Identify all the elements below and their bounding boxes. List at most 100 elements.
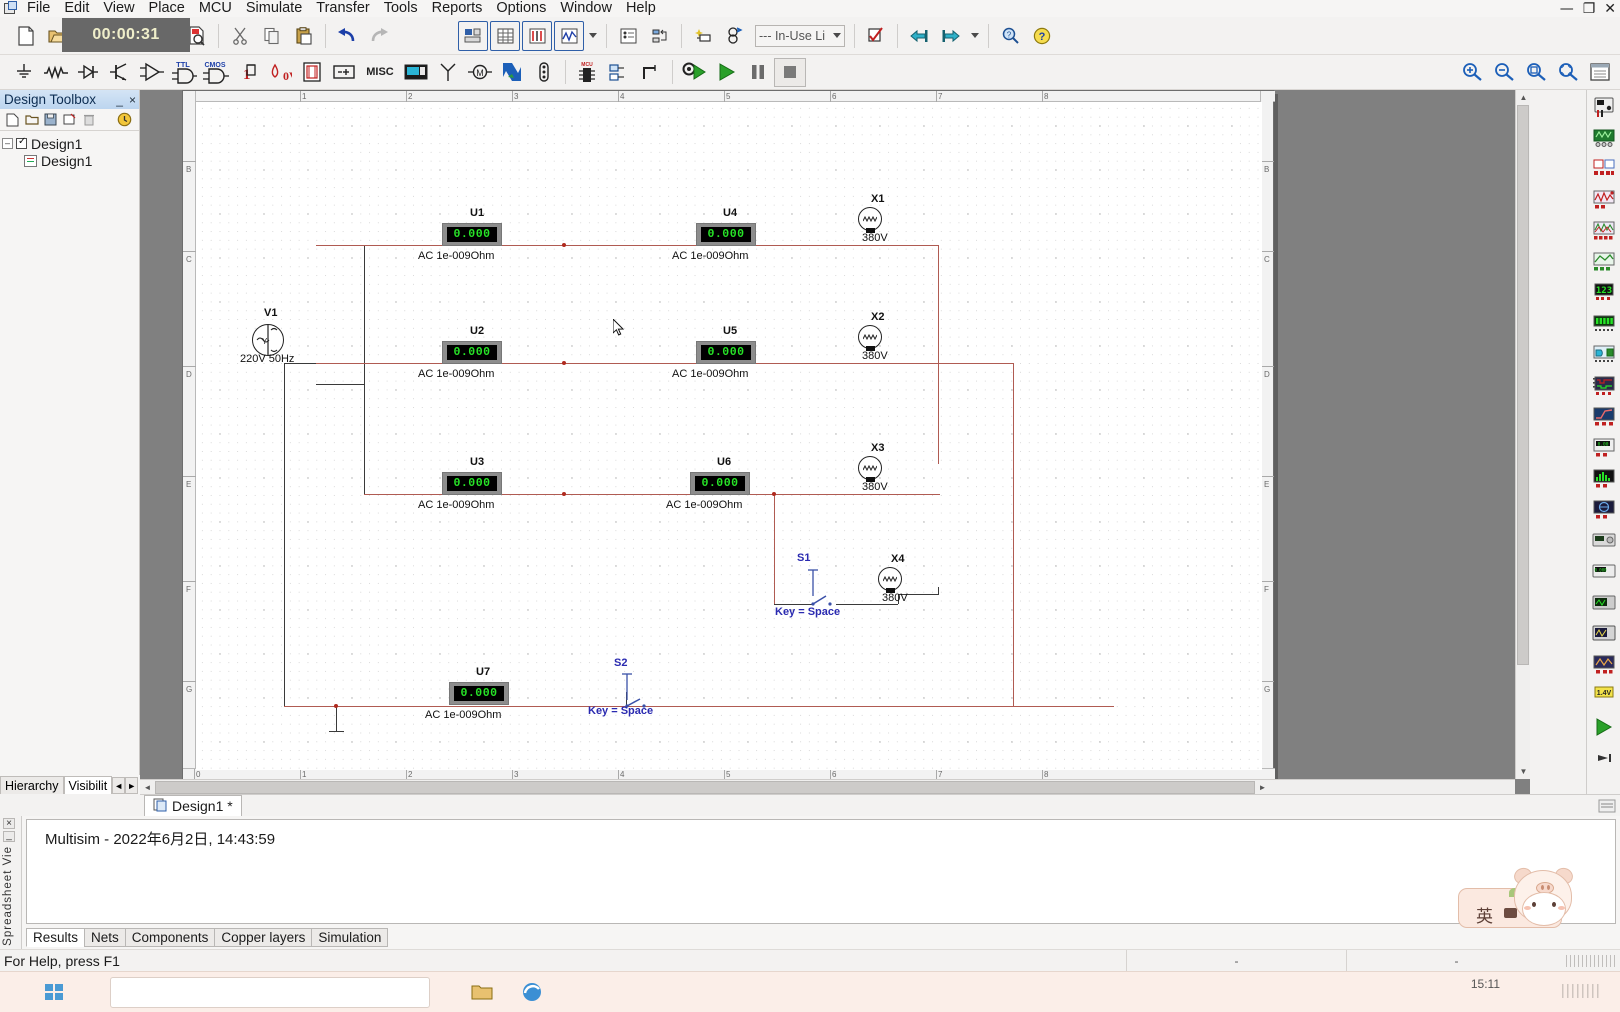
grapher-dropdown-button[interactable] [586,21,600,51]
labview-instruments-icon[interactable] [1589,650,1619,680]
ime-floating-widget[interactable]: 英 [1452,865,1592,932]
schematic-sheet[interactable]: 1 2 3 4 5 6 7 8 B C D E F G B C D E F G … [182,90,1275,781]
design-toolbox-close-button[interactable]: × [126,93,139,107]
find-button[interactable]: ? [995,21,1025,51]
menu-window[interactable]: Window [553,0,619,17]
component-U3[interactable]: 0.000 [442,472,502,495]
rename-sheet-icon[interactable] [61,111,78,128]
menu-file[interactable]: File [20,0,57,17]
postprocessor-button[interactable] [613,21,643,51]
new-sheet-icon[interactable] [4,111,21,128]
scroll-up-button[interactable]: ▲ [1516,90,1530,105]
zoom-out-button[interactable] [1489,57,1519,87]
spreadsheet-close-button[interactable]: × [3,818,15,829]
in-use-list-dropdown[interactable]: --- In-Use Li [755,24,845,47]
tree-item-design1-root[interactable]: – Design1 [2,135,137,152]
save-sheet-icon[interactable] [42,111,59,128]
visibility-checkbox[interactable] [16,136,27,149]
design-toolbox-collapse-button[interactable]: _ [113,93,126,107]
word-generator-icon[interactable] [1589,309,1619,339]
tab-simulation[interactable]: Simulation [311,928,389,947]
place-power-button[interactable] [328,58,360,87]
toggle-design-toolbox-button[interactable] [458,20,488,51]
zoom-area-button[interactable] [1521,57,1551,87]
tabs-scroll-left-button[interactable]: ◄ [112,777,126,794]
tree-item-design1-sheet[interactable]: Design1 [2,152,137,169]
component-X2[interactable] [858,325,884,351]
menu-transfer[interactable]: Transfer [309,0,376,17]
place-diode-button[interactable] [72,58,104,87]
spreadsheet-results-area[interactable]: Multisim - 2022年6月2日, 14:43:59 [26,819,1616,924]
place-basic-button[interactable] [40,58,72,87]
agilent-scope-icon[interactable] [1589,588,1619,618]
redo-button[interactable] [364,21,394,51]
forward-annotate-button[interactable] [936,21,966,51]
multimeter-icon[interactable] [1589,92,1619,122]
component-U2[interactable]: 0.000 [442,341,502,364]
menu-mcu[interactable]: MCU [192,0,239,17]
taskbar-start-icon[interactable] [42,980,66,1004]
place-bus-button[interactable] [635,58,667,87]
keyboard-icon[interactable] [1504,908,1517,918]
wattmeter-icon[interactable] [1589,154,1619,184]
component-X4[interactable] [878,567,904,593]
spectrum-analyzer-icon[interactable] [1589,464,1619,494]
schematic-horizontal-scrollbar[interactable]: ◄ ► [140,779,1515,794]
menu-edit[interactable]: Edit [57,0,96,17]
menu-view[interactable]: View [96,0,141,17]
component-X3[interactable] [858,456,884,482]
place-rf-button[interactable] [432,58,464,87]
oscilloscope-icon[interactable] [1589,185,1619,215]
network-analyzer-icon[interactable] [1589,495,1619,525]
logic-analyzer-icon[interactable] [1589,371,1619,401]
taskbar-search-box[interactable] [110,977,430,1008]
delete-sheet-icon[interactable] [80,111,97,128]
component-U6[interactable]: 0.000 [690,472,750,495]
menu-options[interactable]: Options [489,0,553,17]
component-X1[interactable] [858,207,884,233]
place-connectors-button[interactable] [528,58,560,87]
scroll-right-button[interactable]: ► [1255,780,1270,794]
menu-reports[interactable]: Reports [425,0,490,17]
scroll-thumb-vertical[interactable] [1517,105,1529,665]
place-mcu-button[interactable]: MCU [571,58,603,87]
menu-help[interactable]: Help [619,0,663,17]
taskbar-clock[interactable]: 15:11 [1471,977,1500,991]
menu-tools[interactable]: Tools [377,0,425,17]
instruments-more-icon[interactable] [1589,743,1619,773]
agilent-multimeter-icon[interactable]: 0.000 [1589,557,1619,587]
taskbar-tray-icons[interactable] [1562,984,1600,998]
place-ttl-button[interactable]: TTL [168,58,200,87]
fullscreen-button[interactable] [1585,57,1615,87]
menu-simulate[interactable]: Simulate [239,0,309,17]
function-generator-icon[interactable] [1589,123,1619,153]
ime-mode-label[interactable]: 英 [1476,902,1493,927]
distortion-analyzer-icon[interactable]: 0.00 [1589,433,1619,463]
undo-button[interactable] [332,21,362,51]
agilent-fgen-icon[interactable] [1589,526,1619,556]
cut-button[interactable] [225,21,255,51]
design-tab-design1[interactable]: Design1 * [144,795,242,816]
zoom-in-button[interactable] [1457,57,1487,87]
help-button[interactable]: ? [1027,21,1057,51]
close-button[interactable]: ✕ [1604,2,1616,16]
iv-analyzer-icon[interactable] [1589,402,1619,432]
tab-copper-layers[interactable]: Copper layers [214,928,313,947]
component-S1[interactable] [800,568,842,611]
scroll-down-button[interactable]: ▼ [1516,764,1530,779]
schematic-canvas[interactable]: Y V1 220V 50Hz U1 0.000 AC 1e-009Ohm U2 … [196,102,1262,770]
create-component-button[interactable] [688,21,718,51]
sheet-properties-icon[interactable] [116,111,133,128]
logic-converter-icon[interactable] [1589,340,1619,370]
place-mixed-button[interactable]: 0V [264,58,296,87]
tab-nets[interactable]: Nets [84,928,126,947]
expand-collapse-icon[interactable]: – [2,138,13,149]
in-use-list-button[interactable] [720,21,750,51]
current-probe-icon[interactable] [1589,712,1619,742]
menu-place[interactable]: Place [142,0,192,17]
tektronix-scope-icon[interactable] [1589,619,1619,649]
schematic-workspace[interactable]: 1 2 3 4 5 6 7 8 B C D E F G B C D E F G … [140,90,1530,794]
place-hierarchical-block-button[interactable] [603,58,635,87]
taskbar-explorer-icon[interactable] [470,980,494,1004]
paste-button[interactable] [289,21,319,51]
